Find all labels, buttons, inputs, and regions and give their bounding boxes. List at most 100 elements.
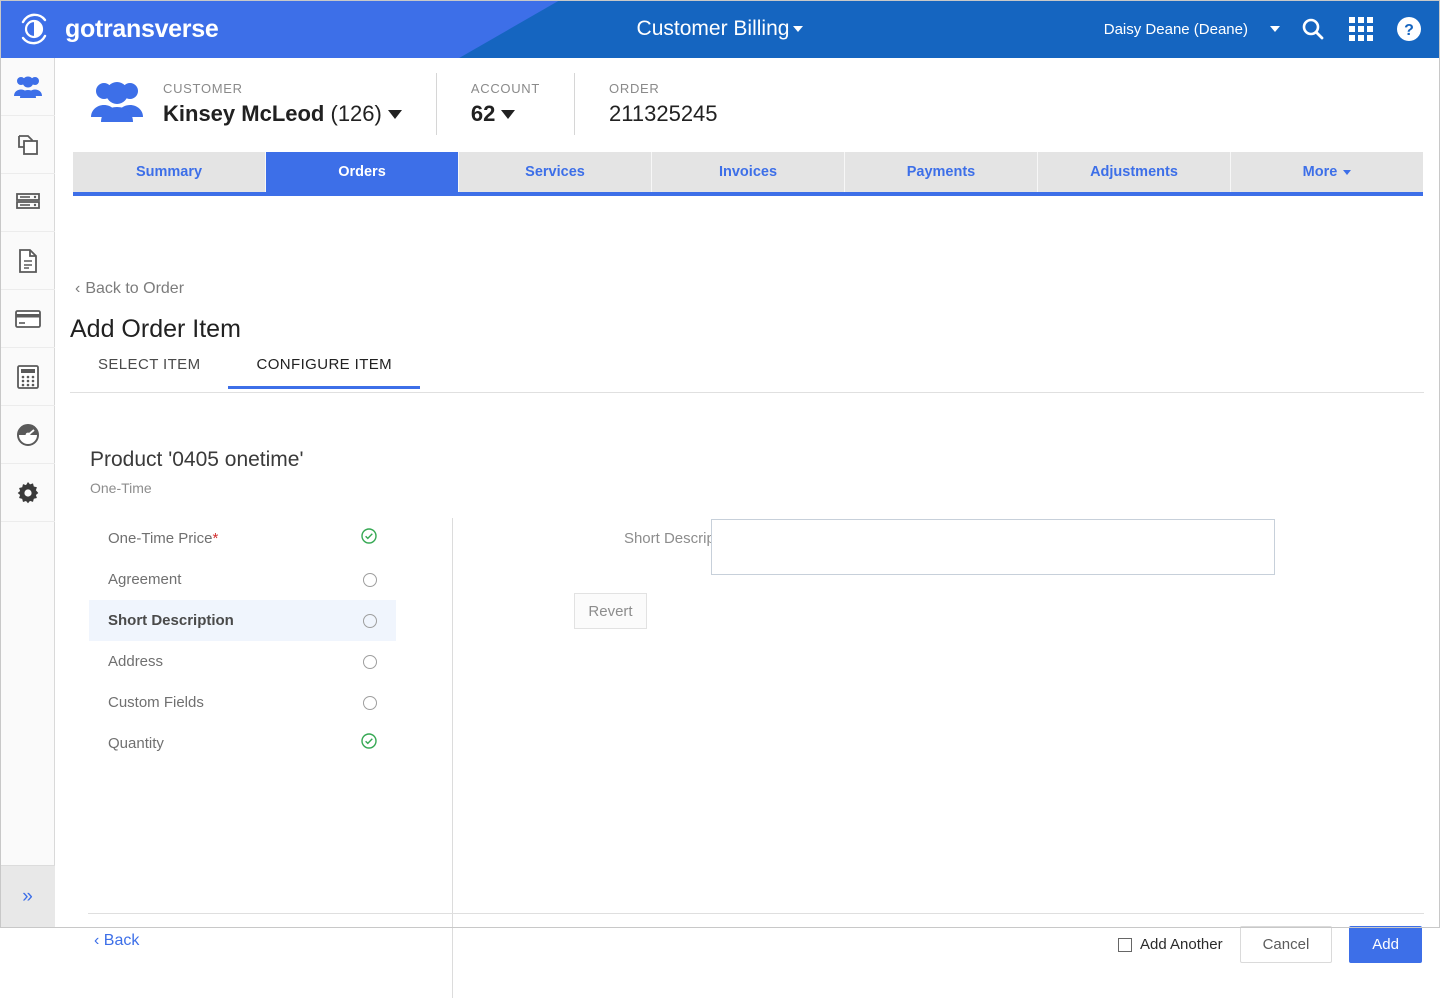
tab-orders[interactable]: Orders bbox=[266, 152, 459, 192]
chevron-left-icon: ‹ bbox=[94, 932, 100, 949]
subtab-select-item[interactable]: SELECT ITEM bbox=[70, 352, 228, 389]
attribute-label: Agreement bbox=[108, 571, 182, 588]
context-divider-1 bbox=[435, 73, 437, 135]
context-divider-2 bbox=[574, 73, 576, 135]
status-complete-check-icon bbox=[361, 528, 377, 549]
status-empty-circle-icon bbox=[363, 572, 377, 587]
left-sidebar: » bbox=[0, 58, 55, 928]
tab-services[interactable]: Services bbox=[459, 152, 652, 192]
sidebar-item-products[interactable] bbox=[0, 116, 55, 174]
account-value-wrap: 62 bbox=[471, 101, 540, 127]
subtab-configure-item[interactable]: CONFIGURE ITEM bbox=[228, 352, 421, 389]
customer-label: Customer bbox=[163, 81, 243, 96]
add-another-checkbox[interactable]: Add Another bbox=[1118, 936, 1223, 953]
attribute-label: Short Description bbox=[108, 612, 234, 629]
attribute-row-short-description[interactable]: Short Description bbox=[89, 600, 396, 641]
tab-more-label: More bbox=[1302, 164, 1338, 180]
documents-icon bbox=[18, 248, 37, 273]
order-block: Order 211325245 bbox=[609, 81, 718, 127]
sidebar-item-customers[interactable] bbox=[0, 58, 55, 116]
checkbox-box-icon bbox=[1118, 937, 1133, 952]
add-another-label: Add Another bbox=[1140, 936, 1223, 953]
attribute-row-one-time-price[interactable]: One-Time Price* bbox=[89, 518, 396, 559]
customer-block[interactable]: Customer Kinsey McLeod (126) bbox=[163, 81, 402, 127]
help-icon[interactable]: ? bbox=[1394, 14, 1424, 44]
required-asterisk: * bbox=[212, 530, 219, 547]
sidebar-expand-button[interactable]: » bbox=[0, 865, 55, 928]
svg-text:?: ? bbox=[1404, 22, 1414, 39]
sidebar-item-documents[interactable] bbox=[0, 232, 55, 290]
status-empty-circle-icon bbox=[363, 613, 377, 628]
status-complete-check-icon bbox=[361, 733, 377, 754]
sidebar-item-payments[interactable] bbox=[0, 290, 55, 348]
product-type: One-Time bbox=[90, 480, 152, 496]
main-content: Customer Kinsey McLeod (126) Account 62 … bbox=[56, 58, 1440, 998]
account-chevron-down-icon[interactable] bbox=[501, 110, 516, 119]
status-empty-circle-icon bbox=[363, 654, 377, 669]
revert-button[interactable]: Revert bbox=[574, 593, 647, 629]
short-description-input[interactable] bbox=[711, 519, 1275, 575]
tab-invoices[interactable]: Invoices bbox=[652, 152, 845, 192]
payments-card-icon bbox=[14, 309, 41, 328]
sidebar-item-dashboard[interactable] bbox=[0, 406, 55, 464]
brand-logo[interactable]: gotransverse bbox=[14, 9, 219, 49]
back-button-label: Back bbox=[103, 932, 140, 949]
tab-adjustments[interactable]: Adjustments bbox=[1038, 152, 1231, 192]
add-button[interactable]: Add bbox=[1349, 926, 1422, 963]
attribute-label: One-Time Price* bbox=[108, 530, 218, 547]
customer-id: (126) bbox=[330, 101, 382, 126]
attribute-label: Quantity bbox=[108, 735, 164, 752]
customers-icon bbox=[13, 76, 42, 98]
attribute-label: Custom Fields bbox=[108, 694, 204, 711]
customer-chevron-down-icon[interactable] bbox=[387, 110, 402, 119]
tab-more-chevron-down-icon bbox=[1343, 169, 1352, 175]
tab-adjustments-label: Adjustments bbox=[1090, 164, 1178, 180]
order-label: Order bbox=[609, 81, 660, 96]
order-value: 211325245 bbox=[609, 101, 718, 126]
footer-actions: Add Another Cancel Add bbox=[1118, 926, 1422, 963]
dashboard-gauge-icon bbox=[16, 423, 39, 446]
chevron-left-icon: ‹ bbox=[75, 280, 81, 297]
sidebar-item-calculator[interactable] bbox=[0, 348, 55, 406]
subtabs-divider bbox=[70, 392, 1424, 393]
subtab-select-item-label: SELECT ITEM bbox=[98, 356, 201, 373]
subtab-configure-item-label: CONFIGURE ITEM bbox=[256, 356, 393, 373]
attribute-row-custom-fields[interactable]: Custom Fields bbox=[89, 682, 396, 723]
customer-name: Kinsey McLeod bbox=[163, 101, 325, 126]
sidebar-item-servers[interactable] bbox=[0, 174, 55, 232]
cancel-button[interactable]: Cancel bbox=[1239, 926, 1333, 963]
tab-invoices-label: Invoices bbox=[718, 164, 778, 180]
attribute-row-agreement[interactable]: Agreement bbox=[89, 559, 396, 600]
wizard-subtabs: SELECT ITEM CONFIGURE ITEM bbox=[70, 352, 1424, 392]
back-button[interactable]: ‹ Back bbox=[94, 932, 139, 950]
back-to-order-link[interactable]: ‹ Back to Order bbox=[75, 280, 184, 298]
context-bar: Customer Kinsey McLeod (126) Account 62 … bbox=[56, 58, 1440, 150]
customer-value: Kinsey McLeod (126) bbox=[163, 101, 402, 127]
top-header-bar: gotransverse Customer Billing Daisy Dean… bbox=[0, 0, 1440, 58]
user-menu-label[interactable]: Daisy Deane (Deane) bbox=[1104, 21, 1248, 38]
product-heading: Product '0405 onetime' bbox=[90, 448, 304, 471]
servers-icon bbox=[15, 192, 40, 209]
tab-more[interactable]: More bbox=[1231, 152, 1423, 192]
attribute-label-text: One-Time Price bbox=[108, 530, 213, 547]
sidebar-item-settings[interactable] bbox=[0, 464, 55, 522]
tab-payments[interactable]: Payments bbox=[845, 152, 1038, 192]
settings-gear-icon bbox=[17, 481, 38, 503]
header-actions: Daisy Deane (Deane) ? bbox=[1104, 0, 1424, 58]
search-icon[interactable] bbox=[1298, 14, 1328, 44]
tab-services-label: Services bbox=[525, 164, 585, 180]
account-value: 62 bbox=[470, 101, 496, 126]
section-tabs: Summary Orders Services Invoices Payment… bbox=[73, 152, 1423, 196]
app-title[interactable]: Customer Billing bbox=[637, 17, 790, 41]
user-menu-chevron-down-icon[interactable] bbox=[1270, 26, 1280, 32]
apps-grid-icon[interactable] bbox=[1346, 14, 1376, 44]
account-label: Account bbox=[470, 81, 541, 96]
tab-summary-label: Summary bbox=[135, 164, 203, 180]
attribute-row-address[interactable]: Address bbox=[89, 641, 396, 682]
tab-summary[interactable]: Summary bbox=[73, 152, 266, 192]
attribute-row-quantity[interactable]: Quantity bbox=[89, 723, 396, 764]
app-title-chevron-down-icon[interactable] bbox=[793, 26, 804, 32]
tab-payments-label: Payments bbox=[906, 164, 976, 180]
account-block[interactable]: Account 62 bbox=[471, 81, 540, 127]
back-to-order-label: Back to Order bbox=[85, 280, 185, 297]
